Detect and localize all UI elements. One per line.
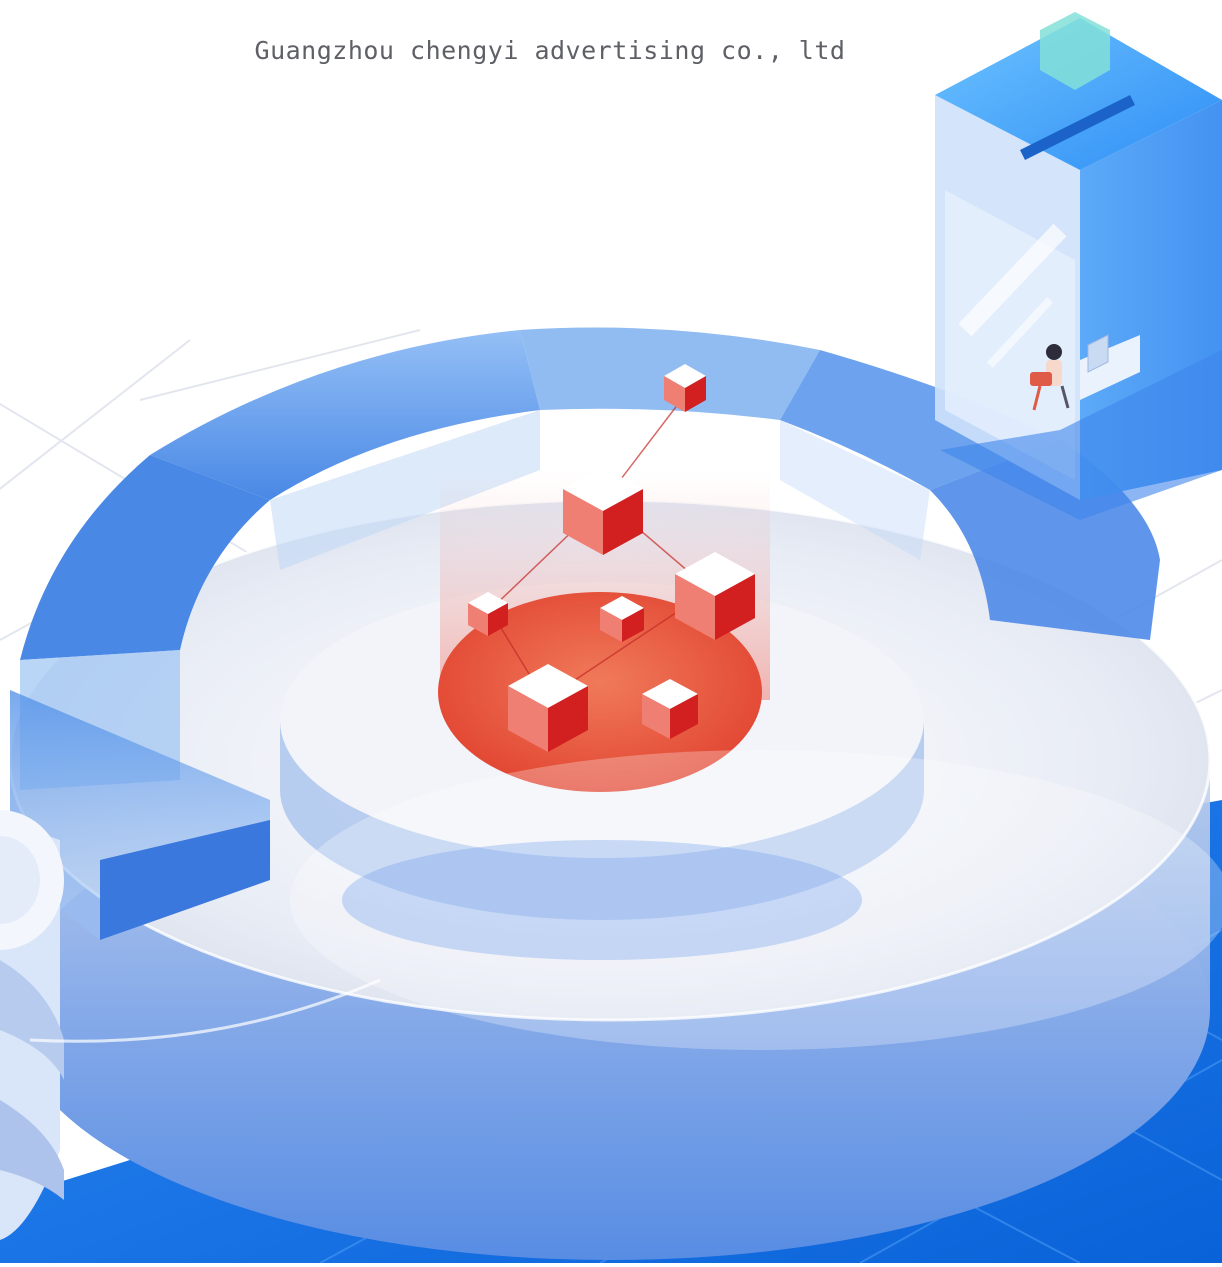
disc-stack-icon [0,810,64,1240]
company-caption: Guangzhou chengyi advertising co., ltd [254,36,846,65]
illustration: Guangzhou chengyi advertising co., ltd [0,0,1222,1264]
isometric-scene [0,12,1222,1264]
booth-tower-icon [935,12,1222,520]
